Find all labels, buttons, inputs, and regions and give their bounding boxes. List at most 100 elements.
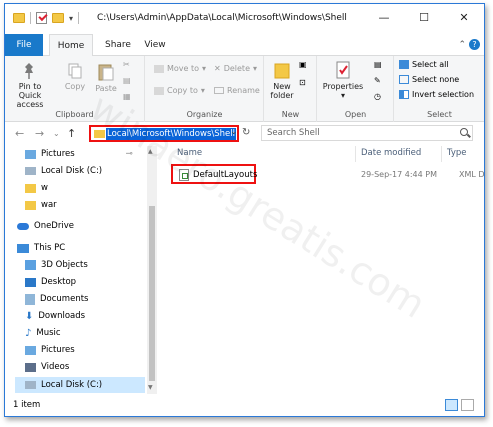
select-none-button[interactable]: Select none (399, 75, 459, 84)
file-row[interactable]: DefaultLayouts 29-Sep-17 4:44 PM XML Doc (171, 164, 484, 184)
documents-icon (25, 293, 35, 305)
nav-item-desktop[interactable]: Desktop (25, 274, 76, 290)
nav-item-videos[interactable]: Videos (25, 359, 69, 375)
search-box[interactable]: Search Shell (261, 125, 473, 141)
scroll-thumb[interactable] (149, 206, 155, 381)
tab-view[interactable]: View (141, 34, 169, 56)
open-icon[interactable]: ▤ (374, 60, 382, 69)
column-header-type[interactable]: Type (447, 148, 467, 158)
close-button[interactable]: ✕ (444, 4, 484, 30)
tab-file[interactable]: File (5, 34, 43, 56)
new-item-icon[interactable]: ▣ (299, 60, 307, 69)
tab-share[interactable]: Share (101, 34, 135, 56)
ribbon: Pin to Quick access Copy Paste ✂ ▤ ▦ Cli… (5, 56, 484, 122)
onedrive-icon (17, 222, 29, 230)
pc-icon (17, 243, 29, 253)
item-count: 1 item (13, 400, 41, 410)
nav-item-w[interactable]: w (25, 180, 48, 196)
xml-file-icon (179, 169, 189, 181)
search-input[interactable]: Search Shell (267, 128, 320, 138)
select-all-button[interactable]: Select all (399, 60, 449, 69)
rename-icon (214, 87, 224, 94)
pin-quick-access-button[interactable]: Pin to Quick access (11, 62, 47, 109)
paste-button[interactable]: Paste (93, 62, 119, 93)
pin-label: Pin to Quick access (16, 82, 44, 109)
new-folder-icon (274, 63, 290, 79)
help-icon[interactable]: ? (469, 39, 480, 50)
invert-selection-label: Invert selection (412, 90, 475, 99)
window-title: C:\Users\Admin\AppData\Local\Microsoft\W… (97, 13, 347, 23)
new-folder-icon[interactable] (52, 13, 64, 23)
column-divider[interactable] (441, 146, 442, 162)
nav-item-documents[interactable]: Documents (25, 291, 88, 307)
maximize-button[interactable]: ☐ (404, 4, 444, 30)
invert-selection-button[interactable]: Invert selection (399, 90, 474, 99)
easy-access-icon[interactable]: ⊡ (299, 78, 306, 87)
folder-icon (25, 183, 36, 193)
forward-icon[interactable]: → (35, 127, 44, 140)
refresh-icon[interactable]: ↻ (242, 127, 250, 138)
title-bar: ▾ C:\Users\Admin\AppData\Local\Microsoft… (5, 4, 484, 34)
nav-pane-scrollbar[interactable]: ▲ ▼ (147, 146, 157, 394)
move-to-label: Move to (167, 64, 200, 73)
music-icon: ♪ (25, 327, 32, 339)
address-path: Local\Microsoft\Windows\Shell (106, 128, 236, 140)
nav-item-3d-objects[interactable]: 3D Objects (25, 257, 88, 273)
edit-icon[interactable]: ✎ (374, 76, 381, 85)
scroll-up-icon[interactable]: ▲ (148, 148, 153, 155)
recent-locations-icon[interactable]: ⌄ (53, 129, 60, 138)
large-icons-view-icon[interactable] (461, 399, 474, 411)
status-bar: 1 item (5, 396, 484, 416)
back-icon[interactable]: ← (15, 127, 24, 140)
select-group: Select all Select none Invert selection … (395, 56, 484, 122)
copy-to-button[interactable]: Copy to ▾ (154, 86, 205, 95)
new-folder-button[interactable]: New folder (267, 60, 297, 100)
minimize-button[interactable]: — (364, 4, 404, 30)
invert-selection-icon (399, 90, 409, 99)
rename-button[interactable]: Rename (214, 86, 260, 95)
select-all-label: Select all (412, 60, 449, 69)
folder-icon (25, 200, 36, 210)
nav-item-this-pc[interactable]: This PC (17, 240, 65, 256)
properties-check-icon[interactable] (36, 12, 47, 24)
collapse-ribbon-icon[interactable]: ⌃ (458, 40, 466, 50)
open-group: Properties ▾ ▤ ✎ ◷ Open (318, 56, 394, 122)
customize-qat-icon[interactable]: ▾ (69, 14, 73, 23)
delete-button[interactable]: ✕ Delete ▾ (214, 64, 257, 73)
properties-button[interactable]: Properties ▾ (322, 60, 364, 100)
cut-icon[interactable]: ✂ (123, 60, 130, 69)
address-dropdown-icon[interactable]: ⌄ (230, 127, 238, 137)
nav-item-pictures-pc[interactable]: Pictures (25, 342, 75, 358)
address-bar[interactable]: Local\Microsoft\Windows\Shell (89, 125, 239, 142)
copy-path-icon[interactable]: ▤ (123, 76, 131, 85)
file-name: DefaultLayouts (193, 170, 258, 180)
tab-home[interactable]: Home (49, 34, 93, 57)
move-to-button[interactable]: Move to ▾ (154, 64, 206, 73)
rename-label: Rename (227, 86, 260, 95)
column-header-date[interactable]: Date modified (361, 148, 421, 158)
details-view-icon[interactable] (445, 399, 458, 411)
pictures-icon (25, 149, 36, 159)
nav-item-onedrive[interactable]: OneDrive (17, 218, 74, 234)
divider (30, 12, 31, 24)
ribbon-tabs: File Home Share View ⌃ ? (5, 34, 484, 57)
videos-icon (25, 362, 36, 372)
address-row: ← → ⌄ ↑ Local\Microsoft\Windows\Shell ⌄ … (5, 122, 484, 146)
scroll-down-icon[interactable]: ▼ (148, 384, 153, 391)
nav-item-music[interactable]: ♪ Music (25, 325, 61, 341)
column-header-name[interactable]: Name (177, 148, 202, 158)
select-none-icon (399, 75, 409, 84)
up-icon[interactable]: ↑ (67, 127, 76, 140)
quick-access-toolbar: ▾ (13, 12, 80, 24)
copy-button[interactable]: Copy (63, 62, 87, 91)
history-icon[interactable]: ◷ (374, 92, 381, 101)
nav-item-pictures[interactable]: Pictures ⊸ (25, 146, 133, 162)
nav-item-war[interactable]: war (25, 197, 57, 213)
file-list: Name Date modified Type DefaultLayouts 2… (159, 146, 484, 394)
paste-shortcut-icon[interactable]: ▦ (123, 92, 131, 101)
nav-item-downloads[interactable]: ⬇ Downloads (25, 308, 85, 324)
nav-item-local-disk-pc[interactable]: Local Disk (C:) (15, 377, 145, 393)
pin-icon (25, 63, 33, 79)
column-divider[interactable] (355, 146, 356, 162)
nav-item-local-disk[interactable]: Local Disk (C:) (25, 163, 102, 179)
